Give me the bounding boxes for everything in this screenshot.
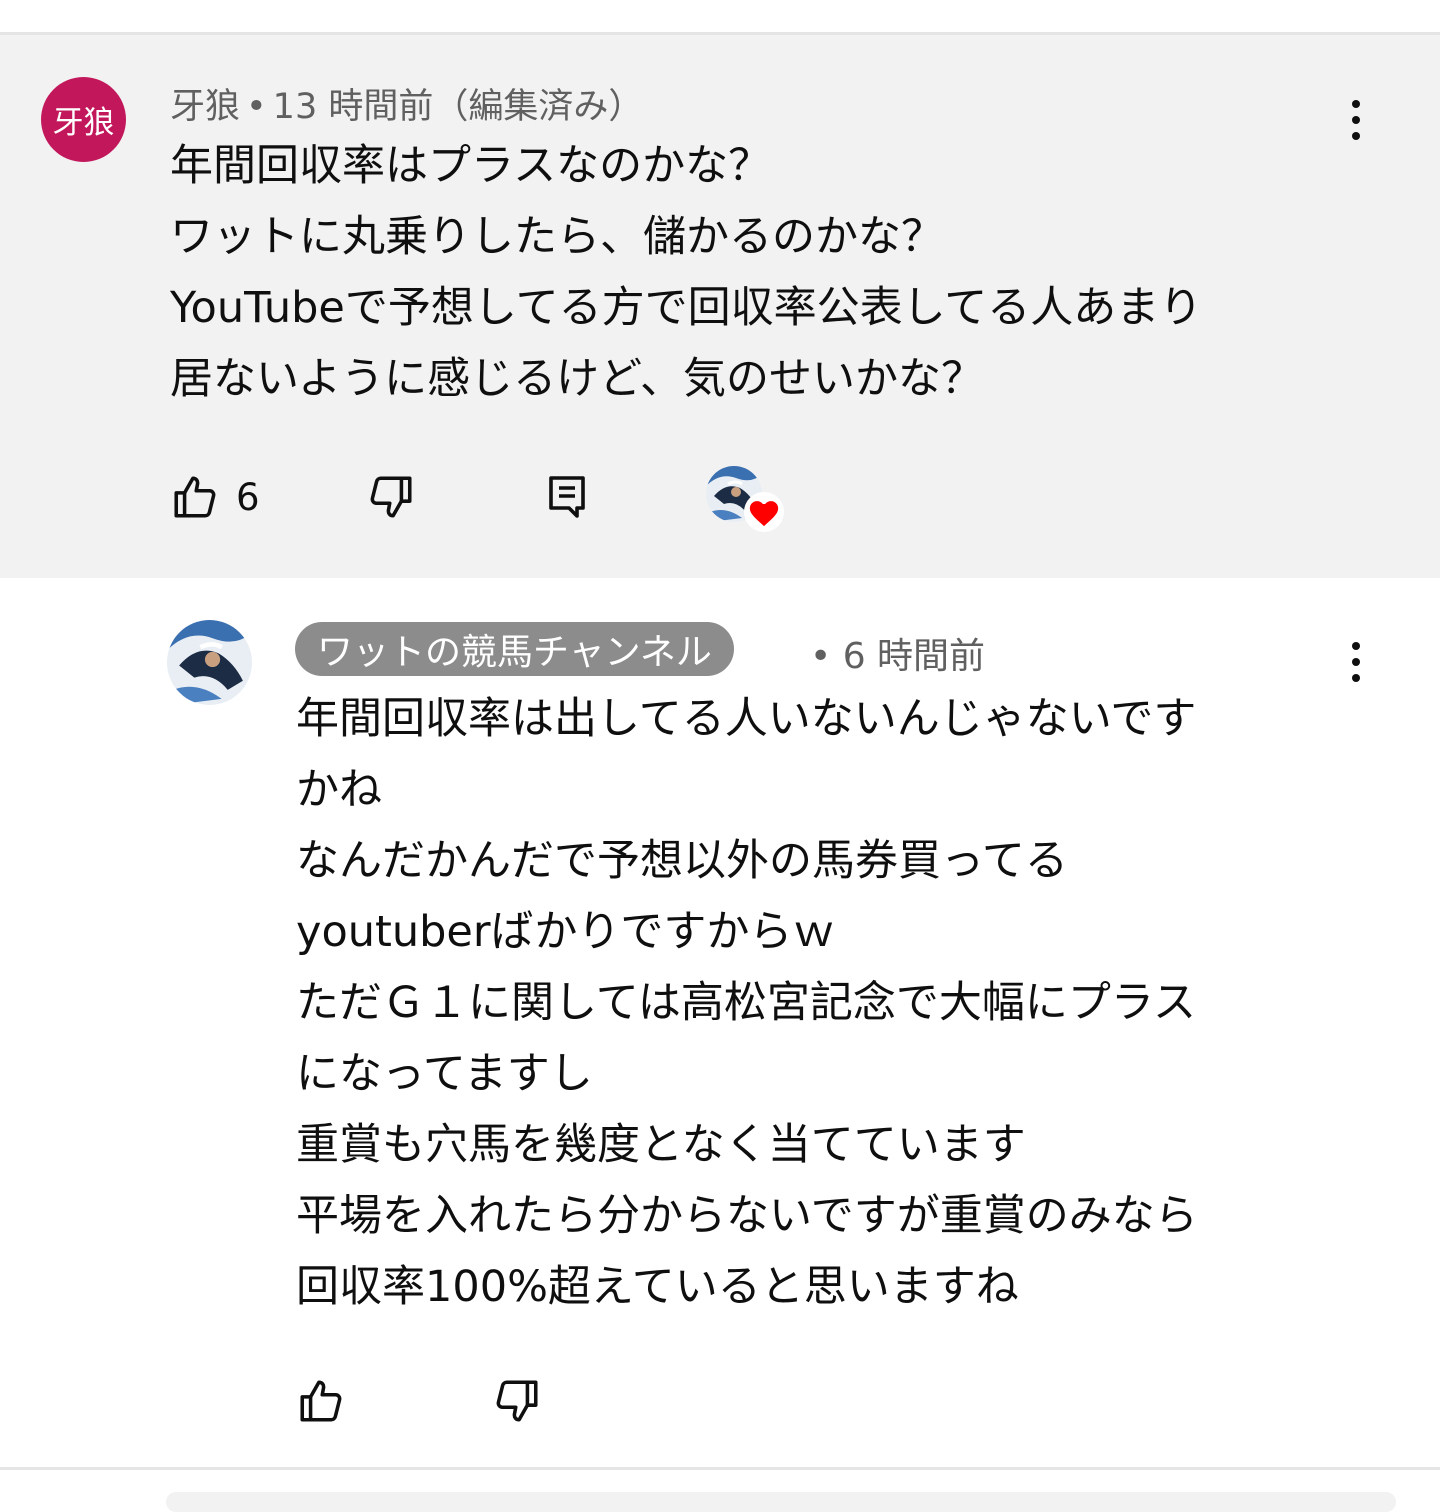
channel-avatar[interactable] — [167, 620, 252, 705]
comment-line: ワットに丸乗りしたら、儲かるのかな？ — [170, 212, 944, 262]
dislike-button[interactable] — [364, 472, 418, 522]
like-button[interactable]: 6 — [168, 472, 260, 522]
reply-line: 平場を入れたら分からないですが重賞のみなら — [296, 1191, 1198, 1241]
thumbs-up-icon — [174, 476, 216, 518]
reply-like-button[interactable] — [294, 1376, 348, 1426]
comment-line: 年間回収率はプラスなのかな？ — [170, 141, 772, 191]
comment-line: 居ないように感じるけど、気のせいかな？ — [170, 354, 984, 404]
thumbs-down-icon — [370, 476, 412, 518]
reply-line: なんだかんだで予想以外の馬券買ってる — [296, 836, 1068, 886]
comment-time: 13 時間前（編集済み） — [272, 87, 644, 127]
reply-line: かね — [296, 765, 382, 815]
next-item-placeholder — [166, 1492, 1396, 1512]
reply-line: 年間回収率は出してる人いないんじゃないです — [296, 694, 1197, 744]
reply-line: 回収率100%超えていると思いますね — [296, 1262, 1019, 1312]
comment-more-icon[interactable] — [1336, 90, 1376, 150]
meta-separator: • — [810, 636, 832, 677]
thumbs-up-icon — [300, 1380, 342, 1422]
reply-line: youtuberばかりですからｗ — [296, 907, 836, 957]
reply-meta: • 6 時間前 — [810, 627, 985, 679]
reply-line: になってますし — [296, 1049, 593, 1099]
like-count: 6 — [236, 475, 260, 519]
reply-more-icon[interactable] — [1336, 632, 1376, 692]
creator-heart-icon — [744, 492, 784, 532]
reply-line: 重賞も穴馬を幾度となく当てています — [296, 1120, 1026, 1170]
creator-heart — [706, 466, 784, 532]
comment-line: YouTubeで予想してる方で回収率公表してる人あまり — [170, 283, 1203, 333]
channel-name-badge[interactable]: ワットの競馬チャンネル — [295, 622, 734, 676]
reply-button[interactable] — [545, 472, 589, 520]
meta-separator: • — [246, 87, 267, 127]
reply-line: ただＧ１に関しては高松宮記念で大幅にプラス — [296, 978, 1196, 1028]
comment-meta: 牙狼 • 13 時間前（編集済み） — [170, 78, 643, 129]
thumbs-down-icon — [496, 1380, 538, 1422]
reply-icon — [549, 476, 585, 518]
commenter-avatar[interactable]: 牙狼 — [41, 77, 126, 162]
reply-dislike-button[interactable] — [490, 1376, 544, 1426]
comment-author[interactable]: 牙狼 — [170, 87, 240, 127]
reply-time: 6 時間前 — [842, 636, 986, 677]
bottom-divider — [0, 1467, 1440, 1470]
